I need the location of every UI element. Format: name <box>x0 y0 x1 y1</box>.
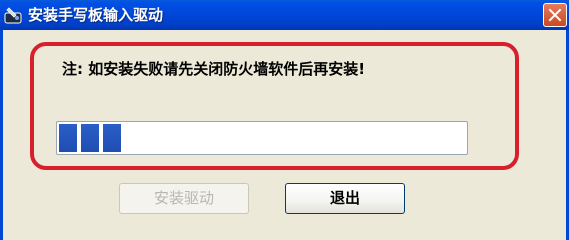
install-progress-bar <box>56 121 468 155</box>
progress-track <box>59 124 465 152</box>
close-button[interactable] <box>543 3 567 27</box>
install-driver-button[interactable]: 安装驱动 <box>119 183 249 214</box>
progress-segment <box>81 124 99 152</box>
tablet-pen-icon <box>4 7 22 24</box>
window-border-left <box>0 30 3 240</box>
title-bar[interactable]: 安装手写板输入驱动 <box>0 0 569 30</box>
notice-text: 注: 如安装失败请先关闭防火墙软件后再安装! <box>62 60 366 78</box>
exit-button[interactable]: 退出 <box>285 183 405 214</box>
window-title: 安装手写板输入驱动 <box>28 6 164 24</box>
installer-dialog: 安装手写板输入驱动 注: 如安装失败请先关闭防火墙软件后再安装! 安装驱动 退出 <box>0 0 569 240</box>
progress-segment <box>103 124 121 152</box>
progress-segment <box>59 124 77 152</box>
